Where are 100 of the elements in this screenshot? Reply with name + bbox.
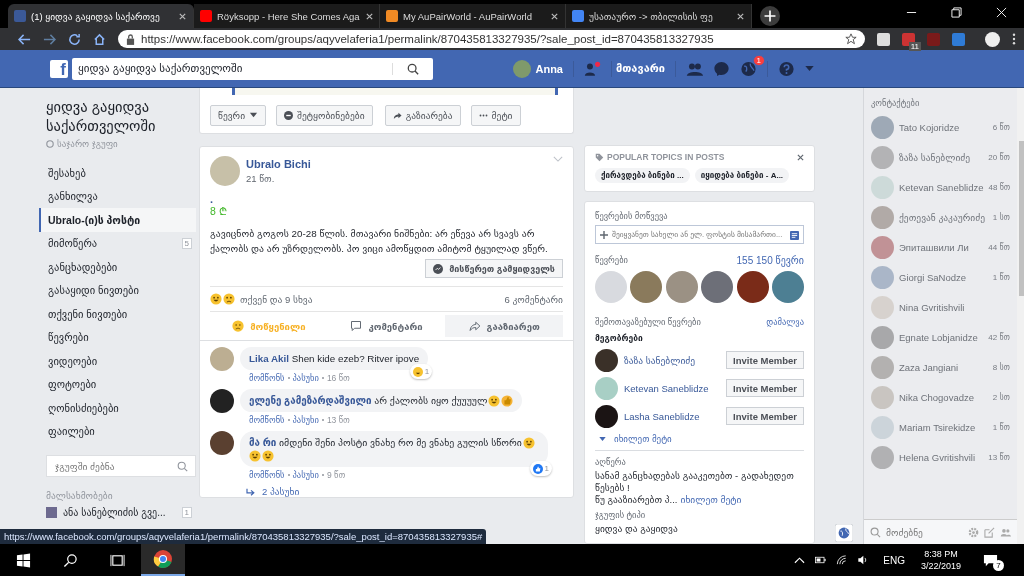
- group-action-button[interactable]: გაზიარება: [384, 105, 461, 126]
- avatar-circle[interactable]: [595, 404, 618, 428]
- extension-icon[interactable]: [877, 32, 890, 46]
- close-icon[interactable]: [736, 11, 745, 21]
- sidebar-item[interactable]: მიმოწერა 5: [39, 231, 196, 255]
- contact-item[interactable]: ქეთევან კაკაურიძე 1 სთ: [864, 202, 1017, 232]
- browser-app-icon[interactable]: [153, 549, 173, 569]
- replies-link[interactable]: 2 პასუხი: [262, 486, 300, 497]
- restore-icon[interactable]: [951, 7, 962, 18]
- sidebar-item[interactable]: შესახებ: [39, 161, 196, 185]
- profile-avatar[interactable]: [985, 31, 1000, 47]
- contact-item[interactable]: Giorgi SaNodze 1 წთ: [864, 262, 1017, 292]
- laugh-emoji-icon[interactable]: [210, 293, 222, 305]
- messenger-icon[interactable]: [713, 60, 730, 77]
- sidebar-item[interactable]: ღონისძიებები: [39, 396, 196, 420]
- clock[interactable]: 8:38 PM 3/22/2019: [920, 548, 961, 572]
- sidebar-item[interactable]: განხილვა: [39, 184, 196, 208]
- comment-time[interactable]: 16 წთ: [326, 373, 350, 383]
- group-action-button[interactable]: მეტი: [470, 105, 521, 126]
- forward-arrow-icon[interactable]: [43, 32, 56, 46]
- avatar-circle[interactable]: [595, 348, 618, 372]
- member-avatar[interactable]: [630, 271, 663, 303]
- member-avatar[interactable]: [736, 271, 769, 303]
- comments-count[interactable]: 6 კომენტარი: [504, 293, 563, 305]
- contact-item[interactable]: Nika Chogovadze 2 სთ: [864, 382, 1017, 412]
- contact-item[interactable]: Эпиташвили Ли 44 წთ: [864, 232, 1017, 262]
- friend-name-link[interactable]: ზაზა სანებლიძე: [624, 354, 721, 366]
- friend-name-link[interactable]: Ketevan Saneblidze: [624, 382, 721, 394]
- sidebar-item[interactable]: თქვენი ნივთები: [39, 302, 196, 326]
- reaction-count-pill[interactable]: 1: [529, 461, 552, 476]
- reply-link[interactable]: პასუხი: [292, 373, 319, 383]
- invite-member-button[interactable]: Invite Member: [726, 379, 804, 397]
- avatar-circle[interactable]: [210, 389, 234, 413]
- sidebar-item[interactable]: ფოტოები: [39, 372, 196, 396]
- like-link[interactable]: მომწონს: [249, 470, 285, 480]
- home-icon[interactable]: [93, 32, 106, 46]
- member-avatar[interactable]: [701, 271, 734, 303]
- post-action-button[interactable]: გააზიარეთ: [445, 315, 563, 337]
- shortcut-link[interactable]: ანა სანებლიძის გვე...: [63, 507, 176, 518]
- contact-item[interactable]: Egnate Lobjanidze 42 წთ: [864, 322, 1017, 352]
- reaction-count-pill[interactable]: 1: [409, 364, 433, 379]
- topic-chip[interactable]: ქირავდება ბინები ...: [595, 168, 690, 183]
- hide-link[interactable]: დამალვა: [766, 317, 804, 327]
- see-more-link[interactable]: იხილეთ მეტი: [680, 494, 742, 506]
- battery-icon[interactable]: [815, 555, 827, 565]
- sidebar-item[interactable]: გასაყიდი ნივთები: [39, 278, 196, 302]
- chevron-up-icon[interactable]: [794, 555, 806, 565]
- contact-item[interactable]: ზაზა სანებლიძე 20 წთ: [864, 142, 1017, 172]
- new-tab-button[interactable]: [760, 6, 780, 26]
- group-action-button[interactable]: წევრი: [210, 105, 267, 126]
- topic-chip[interactable]: იყიდება ბინები - A...: [694, 168, 790, 183]
- globe-icon[interactable]: [740, 60, 757, 77]
- browser-tab[interactable]: უსათაურო -> თბილისის ფე: [566, 4, 752, 28]
- help-icon[interactable]: [778, 60, 795, 77]
- browser-tab[interactable]: Röyksopp - Here She Comes Aga: [194, 4, 380, 28]
- reload-icon[interactable]: [68, 32, 81, 46]
- sidebar-item[interactable]: განცხადებები: [39, 255, 196, 279]
- friend-name-link[interactable]: Lasha Saneblidze: [624, 410, 721, 422]
- logo[interactable]: f: [50, 59, 68, 78]
- group-action-button[interactable]: შეტყობინებები: [276, 105, 373, 126]
- home-link[interactable]: მთავარი: [616, 62, 665, 75]
- contacts-icon[interactable]: [790, 230, 799, 240]
- message-seller-button[interactable]: მისწერეთ გამყიდველს: [425, 259, 563, 278]
- globe-button[interactable]: [835, 524, 853, 542]
- browser-tab[interactable]: (1) ყიდვა გაყიდვა საქართვე: [8, 4, 194, 28]
- sidebar-item[interactable]: Ubralo-(ი)ს პოსტი: [39, 208, 196, 232]
- browser-tab[interactable]: My AuPairWorld - AuPairWorld: [380, 4, 566, 28]
- reply-link[interactable]: პასუხი: [292, 470, 319, 480]
- back-arrow-icon[interactable]: [18, 32, 31, 46]
- menu-icon[interactable]: [1012, 33, 1016, 45]
- comment-time[interactable]: 9 წთ: [326, 470, 346, 480]
- close-icon[interactable]: [364, 11, 374, 21]
- member-avatar[interactable]: [771, 271, 804, 303]
- members-count-link[interactable]: 155 150 წევრი: [736, 254, 804, 266]
- search-field[interactable]: ყიდვა გაყიდვა საქართველოში: [72, 57, 433, 80]
- author-link[interactable]: Ubralo Bichi: [246, 158, 547, 170]
- profile-link[interactable]: Anna: [535, 62, 563, 75]
- search-field[interactable]: ჯგუფში ძებნა: [46, 455, 196, 477]
- contact-item[interactable]: Nina Gvritishvili: [864, 292, 1017, 322]
- post-time[interactable]: 21 წთ.: [246, 173, 547, 184]
- reply-link[interactable]: პასუხი: [292, 415, 319, 425]
- see-more-link[interactable]: იხილეთ მეტი: [614, 434, 672, 444]
- close-icon[interactable]: [550, 11, 559, 21]
- sidebar-item[interactable]: ვიდეოები: [39, 349, 196, 373]
- avatar-circle[interactable]: [210, 431, 234, 455]
- language-indicator[interactable]: ENG: [883, 554, 905, 566]
- star-icon[interactable]: [845, 33, 857, 45]
- contact-item[interactable]: Zaza Jangiani 8 სთ: [864, 352, 1017, 382]
- invite-member-button[interactable]: Invite Member: [726, 407, 804, 425]
- comment-time[interactable]: 13 წთ: [326, 415, 350, 425]
- like-link[interactable]: მომწონს: [249, 415, 285, 425]
- sidebar-item[interactable]: წევრები: [39, 325, 196, 349]
- like-link[interactable]: მომწონს: [249, 373, 285, 383]
- friends-icon[interactable]: [584, 60, 601, 77]
- wifi-icon[interactable]: [836, 555, 848, 565]
- address-field[interactable]: https://www.facebook.com/groups/aqyvelaferia1/permalink/870435813327935/?sale_post_id=870435813327935: [118, 30, 865, 48]
- contact-item[interactable]: Ketevan Saneblidze 48 წთ: [864, 172, 1017, 202]
- invite-member-button[interactable]: Invite Member: [726, 351, 804, 369]
- group-title[interactable]: ყიდვა გაყიდვა საქართველოში: [46, 98, 196, 136]
- reactions-summary[interactable]: თქვენ და 9 სხვა: [240, 293, 313, 305]
